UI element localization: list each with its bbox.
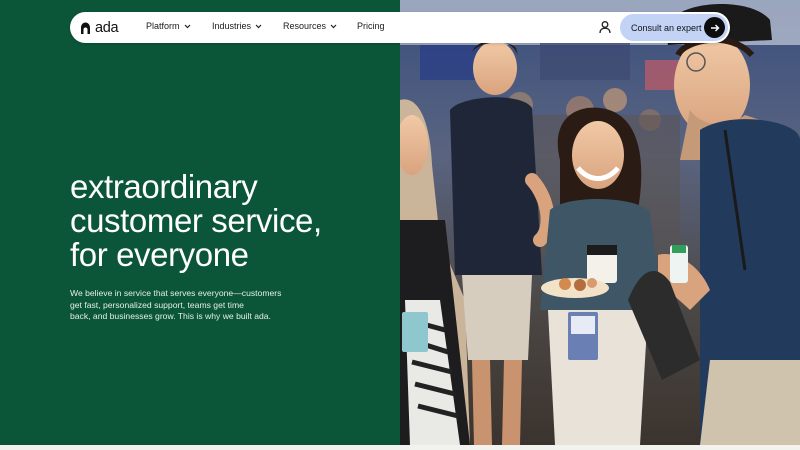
chevron-down-icon [255,24,262,28]
consult-an-expert-button[interactable]: Consult an expert [620,14,728,41]
hero-title-line: for everyone [70,236,249,273]
nav-item-label: Pricing [357,21,385,31]
nav-item-resources[interactable]: Resources [283,21,337,31]
hero-description: We believe in service that serves everyo… [70,288,295,323]
cta-label: Consult an expert [631,23,702,33]
nav-item-label: Platform [146,21,180,31]
hero-title-line: extraordinary [70,168,258,205]
nav-item-pricing[interactable]: Pricing [357,21,385,31]
nav-item-label: Industries [212,21,252,31]
hero-title: extraordinary customer service, for ever… [70,170,390,272]
logo-text: ada [95,19,119,36]
nav-item-label: Resources [283,21,327,31]
arrow-right-icon [704,17,725,38]
top-navigation-bar: ada Platform Industries Resources Pricin… [70,12,730,43]
ada-logo[interactable]: ada [80,19,119,36]
nav-item-platform[interactable]: Platform [146,21,191,31]
chevron-down-icon [330,24,337,28]
nav-item-industries[interactable]: Industries [212,21,262,31]
hero-description-line: back, and businesses grow. This is why w… [70,311,271,321]
ada-logo-mark-icon [81,22,90,34]
user-icon[interactable] [598,20,612,34]
hero-description-line: We believe in service that serves everyo… [70,288,282,298]
page-bottom-divider [0,445,800,450]
hero-panel: extraordinary customer service, for ever… [0,0,400,445]
chevron-down-icon [184,24,190,28]
hero-photo [400,0,800,445]
hero-description-line: get fast, personalized support, teams ge… [70,299,244,310]
hero-title-line: customer service, [70,202,322,239]
